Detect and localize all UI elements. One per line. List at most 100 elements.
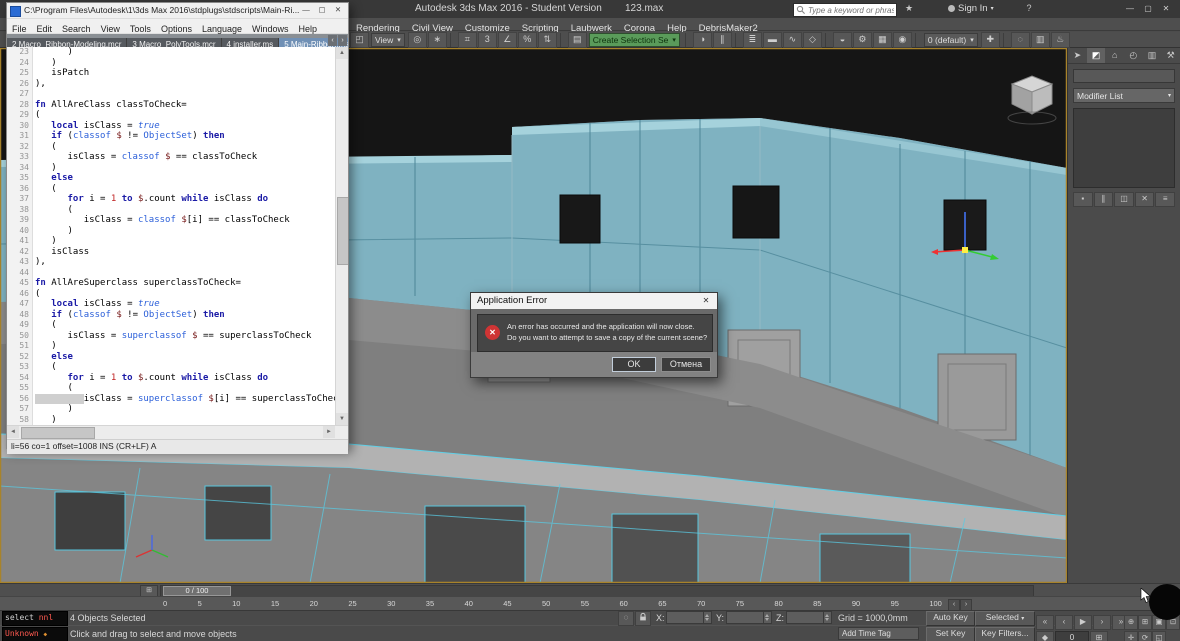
- infocenter-search[interactable]: [793, 3, 897, 17]
- scroll-down-icon[interactable]: ▼: [336, 413, 348, 425]
- orbit-button[interactable]: ⟳: [1138, 631, 1152, 641]
- configure-modifier-sets-button[interactable]: ≡: [1155, 192, 1175, 207]
- render-last-button[interactable]: ♨: [1051, 32, 1070, 48]
- z-coordinate-field[interactable]: [786, 611, 832, 624]
- auto-key-button[interactable]: Auto Key: [926, 611, 975, 626]
- editor-statusbar: li=56 co=1 offset=1008 INS (CR+LF) A: [7, 439, 348, 454]
- tab-scroll-right-button[interactable]: ›: [338, 35, 347, 46]
- panel-tab-utilities[interactable]: ⚒: [1161, 48, 1180, 63]
- align-button[interactable]: ∥: [713, 32, 732, 48]
- edit-named-selection-sets-button[interactable]: ▤: [568, 32, 587, 48]
- reference-coordinate-system-dropdown[interactable]: View▾: [371, 33, 405, 47]
- time-configuration-button[interactable]: ⊞: [1090, 631, 1108, 641]
- editor-tab-4-installer-ms[interactable]: 4 installer.ms: [222, 38, 280, 47]
- use-center-flyout-button[interactable]: ◎: [408, 32, 427, 48]
- code-area[interactable]: ) ) isPatch),fn AllAreClass classToCheck…: [33, 47, 348, 425]
- panel-tab-create[interactable]: ➤: [1068, 48, 1087, 63]
- y-coordinate-field[interactable]: [726, 611, 772, 624]
- show-end-result-button[interactable]: ∥: [1094, 192, 1114, 207]
- infocenter-search-input[interactable]: [806, 5, 896, 15]
- time-slider-handle[interactable]: 0 / 100: [163, 586, 231, 596]
- display-toggle-button[interactable]: ▥: [1031, 32, 1050, 48]
- schematic-view-button[interactable]: ◇: [803, 32, 822, 48]
- current-frame-field[interactable]: 0: [1055, 631, 1089, 641]
- layer-dropdown[interactable]: 0 (default)▾: [924, 33, 978, 47]
- isolate-selection-button[interactable]: ◌: [1011, 32, 1030, 48]
- scroll-left-icon[interactable]: ◄: [7, 426, 19, 438]
- ok-button[interactable]: OK: [612, 357, 656, 372]
- horizontal-scroll-thumb[interactable]: [21, 427, 95, 439]
- curve-editor-button[interactable]: ∿: [783, 32, 802, 48]
- modifier-list-dropdown[interactable]: Modifier List ▾: [1073, 88, 1175, 103]
- scroll-right-icon[interactable]: ►: [323, 426, 335, 438]
- panel-tab-modify[interactable]: ◩: [1087, 48, 1106, 63]
- dialog-titlebar[interactable]: Application Error ✕: [471, 293, 717, 309]
- remove-modifier-button[interactable]: ✕: [1135, 192, 1155, 207]
- help-icon[interactable]: ?: [1022, 3, 1036, 15]
- sign-in-button[interactable]: Sign In ▾: [948, 3, 994, 14]
- editor-close-button[interactable]: ✕: [330, 4, 346, 16]
- key-mode-dropdown[interactable]: Selected ▾: [975, 611, 1035, 626]
- editor-tab-2-macro-ribbon-modeling-mcr[interactable]: 2 Macro_Ribbon-Modeling.mcr: [7, 38, 127, 47]
- editor-maximize-button[interactable]: ▢: [314, 4, 330, 16]
- spinner-icon[interactable]: [763, 612, 771, 623]
- close-button[interactable]: ✕: [1158, 2, 1174, 15]
- toggle-ribbon-button[interactable]: ▬: [763, 32, 782, 48]
- angle-snap-toggle-button[interactable]: ∠: [498, 32, 517, 48]
- tab-scroll-left-button[interactable]: ‹: [328, 35, 337, 46]
- vertical-scroll-thumb[interactable]: [337, 197, 348, 265]
- track-bar[interactable]: 0510152025303540455055606570758085909510…: [0, 596, 1180, 610]
- chevron-down-icon: ▾: [672, 36, 676, 44]
- make-unique-button[interactable]: ◫: [1114, 192, 1134, 207]
- render-production-button[interactable]: ◉: [893, 32, 912, 48]
- panel-tab-motion[interactable]: ◴: [1124, 48, 1143, 63]
- toggle-scene-explorer-button[interactable]: ≣: [743, 32, 762, 48]
- rendered-frame-window-button[interactable]: ▦: [873, 32, 892, 48]
- macro-recorder-line[interactable]: select nnl: [2, 611, 68, 626]
- maximize-viewport-toggle[interactable]: ◱: [1152, 631, 1166, 641]
- panel-tab-display[interactable]: ▥: [1143, 48, 1162, 63]
- horizontal-scrollbar[interactable]: ◄ ►: [7, 425, 348, 439]
- key-mode-toggle-button[interactable]: ◆: [1036, 631, 1054, 641]
- set-key-button[interactable]: Set Key: [926, 627, 975, 641]
- track-bar-ruler: 0510152025303540455055606570758085909510…: [163, 599, 942, 608]
- select-and-manipulate-button[interactable]: ∗: [428, 32, 447, 48]
- key-filters-button[interactable]: Key Filters...: [975, 627, 1035, 641]
- spinner-snap-toggle-button[interactable]: ⇅: [538, 32, 557, 48]
- dialog-close-button[interactable]: ✕: [697, 294, 715, 307]
- vertical-scrollbar[interactable]: ▲ ▼: [335, 47, 348, 425]
- cancel-button[interactable]: Отмена: [661, 357, 711, 372]
- editor-tab-3-macro-polytools-mcr[interactable]: 3 Macro_PolyTools.mcr: [127, 38, 221, 47]
- object-name-field[interactable]: [1073, 69, 1175, 83]
- add-time-tag[interactable]: Add Time Tag: [838, 627, 919, 640]
- editor-minimize-button[interactable]: —: [298, 4, 314, 16]
- favorites-star-icon[interactable]: ★: [902, 3, 916, 15]
- selection-lock-toggle[interactable]: [635, 611, 651, 626]
- named-selection-sets-dropdown[interactable]: Create Selection Se▾: [589, 33, 680, 47]
- isolate-selection-toggle[interactable]: ◌: [618, 611, 634, 626]
- minimize-button[interactable]: —: [1122, 2, 1138, 15]
- snaps-toggle-button[interactable]: ⌗: [458, 32, 477, 48]
- render-setup-button[interactable]: ⚙: [853, 32, 872, 48]
- panel-tab-hierarchy[interactable]: ⌂: [1105, 48, 1124, 63]
- trackbar-tick: 100: [929, 599, 942, 608]
- listener-line[interactable]: Unknown ◆: [2, 627, 68, 641]
- percent-snap-toggle-button[interactable]: %: [518, 32, 537, 48]
- mirror-button[interactable]: ◑: [693, 32, 712, 48]
- material-editor-button[interactable]: ◒: [833, 32, 852, 48]
- x-coordinate-field[interactable]: [666, 611, 712, 624]
- spinner-icon[interactable]: [703, 612, 711, 623]
- create-new-layer-button[interactable]: ✚: [981, 32, 1000, 48]
- pin-stack-button[interactable]: ▪: [1073, 192, 1093, 207]
- maximize-button[interactable]: ▢: [1140, 2, 1156, 15]
- scroll-up-icon[interactable]: ▲: [336, 47, 348, 59]
- pan-button[interactable]: ✛: [1124, 631, 1138, 641]
- editor-titlebar[interactable]: C:\Program Files\Autodesk\1\3ds Max 2016…: [7, 3, 348, 19]
- code-line: if (classof $ != ObjectSet) then: [35, 131, 348, 142]
- line-number: 30: [7, 121, 29, 132]
- spinner-icon[interactable]: [823, 612, 831, 623]
- modifier-stack[interactable]: [1073, 108, 1175, 188]
- line-number: 39: [7, 215, 29, 226]
- select-and-scale-button[interactable]: ◰: [350, 32, 369, 48]
- snap-3d-button[interactable]: 3: [478, 32, 497, 48]
